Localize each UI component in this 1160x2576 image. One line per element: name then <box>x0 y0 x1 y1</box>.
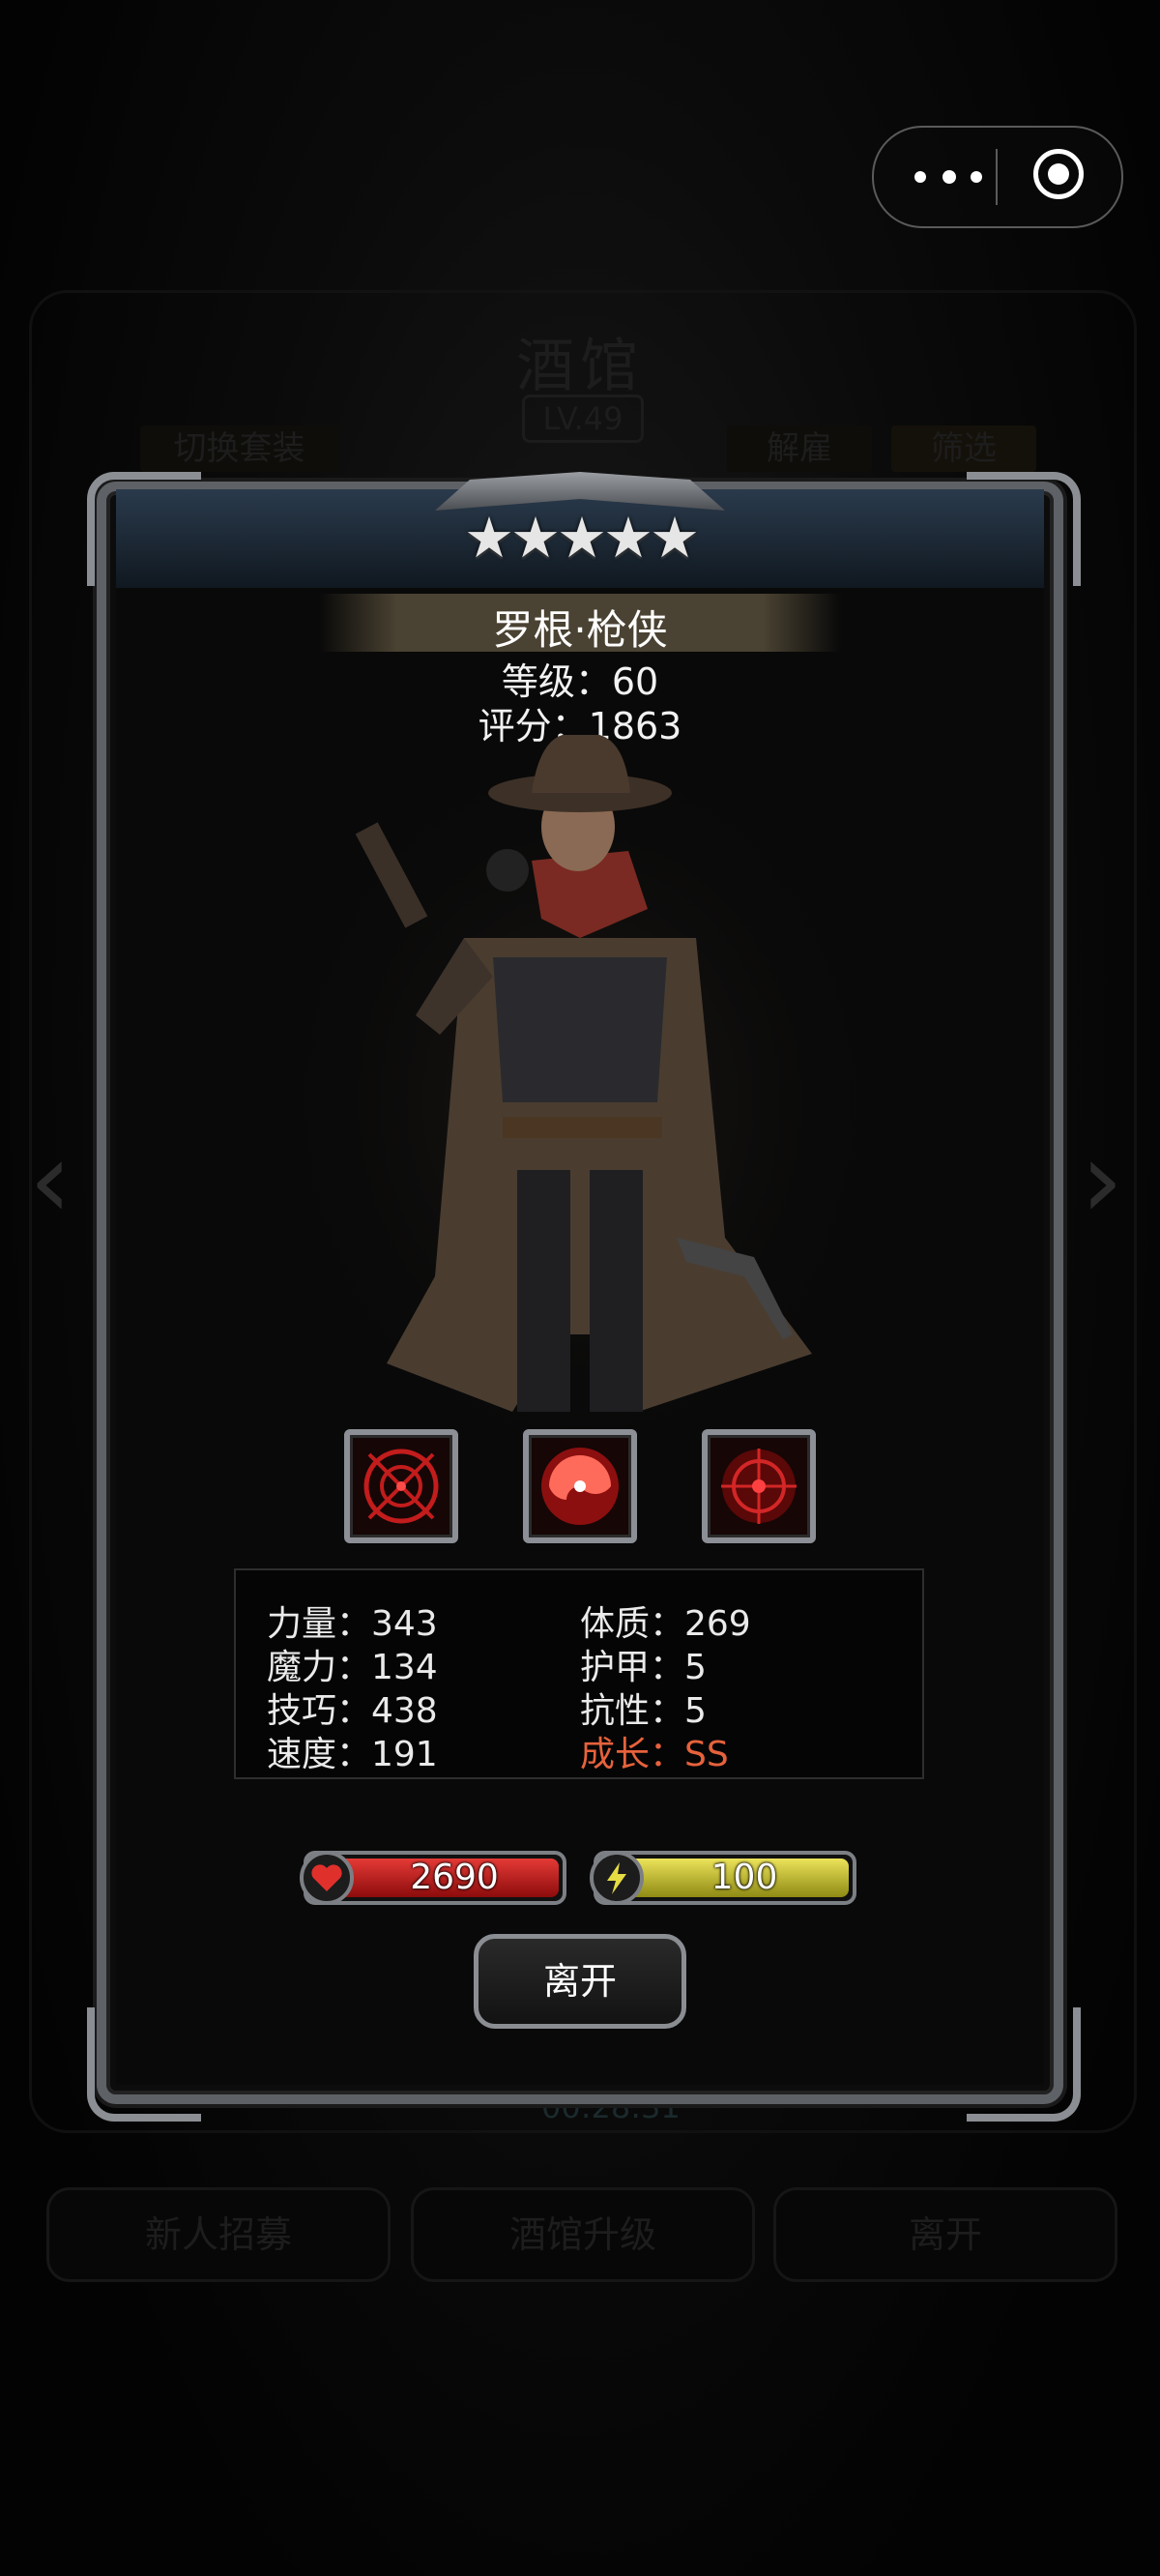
vortex-skill-icon[interactable] <box>523 1429 637 1543</box>
leave-button[interactable]: 离开 <box>474 1934 686 2029</box>
dismiss-button: 解雇 <box>727 425 872 472</box>
tavern-level: LV.49 <box>522 395 644 443</box>
switch-outfit-button: 切换套装 <box>140 425 338 472</box>
ornament-corner <box>967 2007 1081 2122</box>
more-options-icon[interactable] <box>907 128 990 226</box>
hero-name: 罗根·枪侠 <box>492 606 668 654</box>
close-miniprogram-icon[interactable] <box>1033 149 1084 199</box>
crosshair-skill-icon[interactable] <box>344 1429 458 1543</box>
hp-bar: 2690 <box>300 1851 566 1905</box>
energy-value: 100 <box>710 1858 778 1897</box>
ornament-corner <box>87 2007 201 2122</box>
stat-speed: 速度：191 <box>267 1735 438 1774</box>
recruit-button: 新人招募 <box>46 2187 391 2282</box>
star-rating: ★★★★★ <box>464 505 700 571</box>
tavern-upgrade-button: 酒馆升级 <box>411 2187 755 2282</box>
target-skill-icon[interactable] <box>702 1429 816 1543</box>
hp-value: 2690 <box>410 1858 499 1897</box>
prev-hero-arrow-icon[interactable]: ‹ <box>21 1127 79 1233</box>
miniprogram-capsule <box>872 126 1123 228</box>
capsule-divider <box>996 149 998 205</box>
tavern-leave-button: 离开 <box>773 2187 1117 2282</box>
hero-portrait <box>290 735 870 1450</box>
next-hero-arrow-icon[interactable]: › <box>1073 1127 1131 1233</box>
tavern-title: 酒馆 <box>516 333 644 400</box>
filter-button: 筛选 <box>891 425 1036 472</box>
energy-bar: 100 <box>590 1851 856 1905</box>
stat-growth: 成长：SS <box>580 1735 729 1774</box>
